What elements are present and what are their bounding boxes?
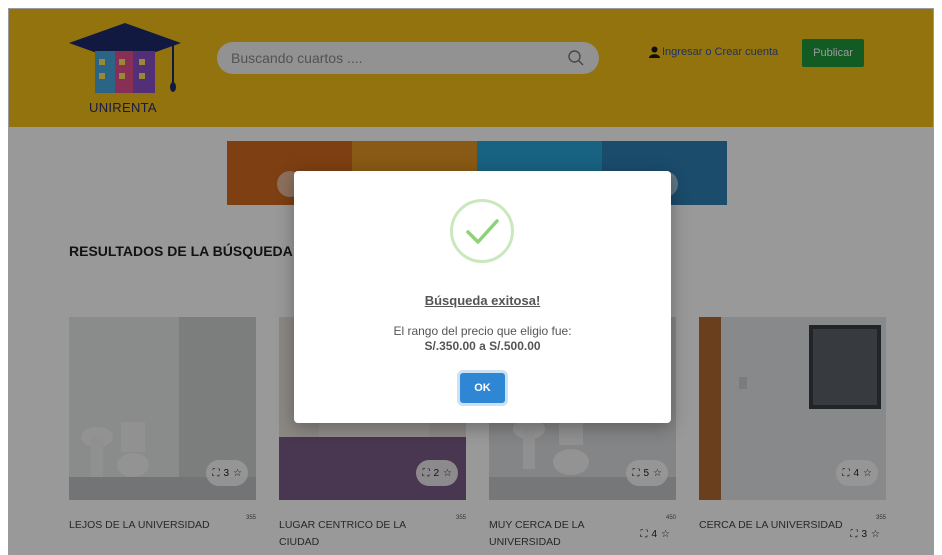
success-check-icon (450, 199, 514, 263)
success-dialog: Búsqueda exitosa! El rango del precio qu… (294, 171, 671, 423)
dialog-message: El rango del precio que eligio fue: (393, 324, 572, 338)
ok-button[interactable]: OK (460, 373, 505, 403)
dialog-title: Búsqueda exitosa! (424, 293, 541, 308)
dialog-price-range: S/.350.00 a S/.500.00 (424, 339, 541, 353)
browser-viewport: UNIRENTA Buscando cuartos .... Ingresar … (8, 8, 934, 555)
